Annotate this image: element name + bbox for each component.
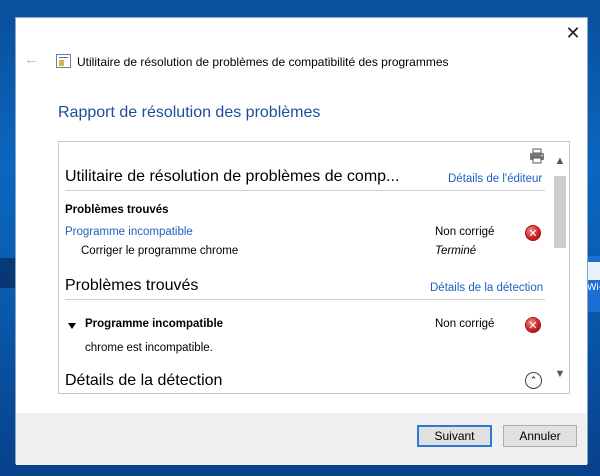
collapse-section-icon[interactable]: ⌃ — [525, 372, 542, 389]
error-icon: ✕ — [525, 225, 541, 241]
scroll-thumb[interactable] — [554, 176, 566, 248]
troubleshooter-app-icon — [56, 54, 71, 68]
incompatible-program-link[interactable]: Programme incompatible — [65, 226, 193, 238]
error-icon: ✕ — [525, 317, 541, 333]
expand-triangle-icon[interactable] — [68, 323, 76, 329]
dialog-footer: Suivant Annuler — [16, 413, 587, 465]
problems-found-subheading: Problèmes trouvés — [65, 204, 169, 216]
back-arrow-icon[interactable]: ← — [24, 52, 40, 67]
incompatible-program-title: Programme incompatible — [85, 318, 224, 330]
desktop-shortcut-icon[interactable]: Wi- ra — [586, 256, 600, 312]
cancel-button[interactable]: Annuler — [503, 425, 577, 447]
scroll-down-arrow-icon[interactable]: ▼ — [552, 367, 568, 381]
detection-details-link[interactable]: Détails de la détection — [430, 282, 543, 294]
next-button[interactable]: Suivant — [417, 425, 492, 447]
report-panel: ▲ ▼ Utilitaire de résolution de problème… — [58, 141, 570, 394]
close-button[interactable]: ✕ — [561, 22, 585, 44]
print-icon[interactable] — [529, 148, 545, 164]
publisher-details-link[interactable]: Détails de l'éditeur — [448, 173, 542, 185]
section-heading-problems-found: Problèmes trouvés — [65, 277, 199, 294]
page-title: Rapport de résolution des problèmes — [58, 104, 321, 121]
incompatibility-detail: chrome est incompatible. — [85, 342, 213, 354]
troubleshooter-window: ← Utilitaire de résolution de problèmes … — [15, 17, 588, 465]
title-bar: ← Utilitaire de résolution de problèmes … — [16, 18, 587, 104]
window-title: Utilitaire de résolution de problèmes de… — [77, 55, 449, 69]
section-divider — [65, 299, 545, 300]
status-not-fixed: Non corrigé — [435, 226, 495, 238]
section-heading-detection-details: Détails de la détection — [65, 372, 223, 389]
section-divider — [65, 190, 545, 191]
section-heading-troubleshooter: Utilitaire de résolution de problèmes de… — [65, 168, 400, 185]
report-scrollbar[interactable]: ▲ ▼ — [552, 152, 568, 383]
fix-program-item: Corriger le programme chrome — [81, 245, 239, 257]
desktop-shortcut-label: Wi- ra — [587, 282, 600, 293]
scroll-up-arrow-icon[interactable]: ▲ — [552, 154, 568, 168]
content-area: Rapport de résolution des problèmes ▲ ▼ … — [16, 104, 587, 413]
status-not-fixed: Non corrigé — [435, 318, 495, 330]
shortcut-image-icon — [587, 262, 600, 280]
status-completed: Terminé — [435, 245, 477, 257]
